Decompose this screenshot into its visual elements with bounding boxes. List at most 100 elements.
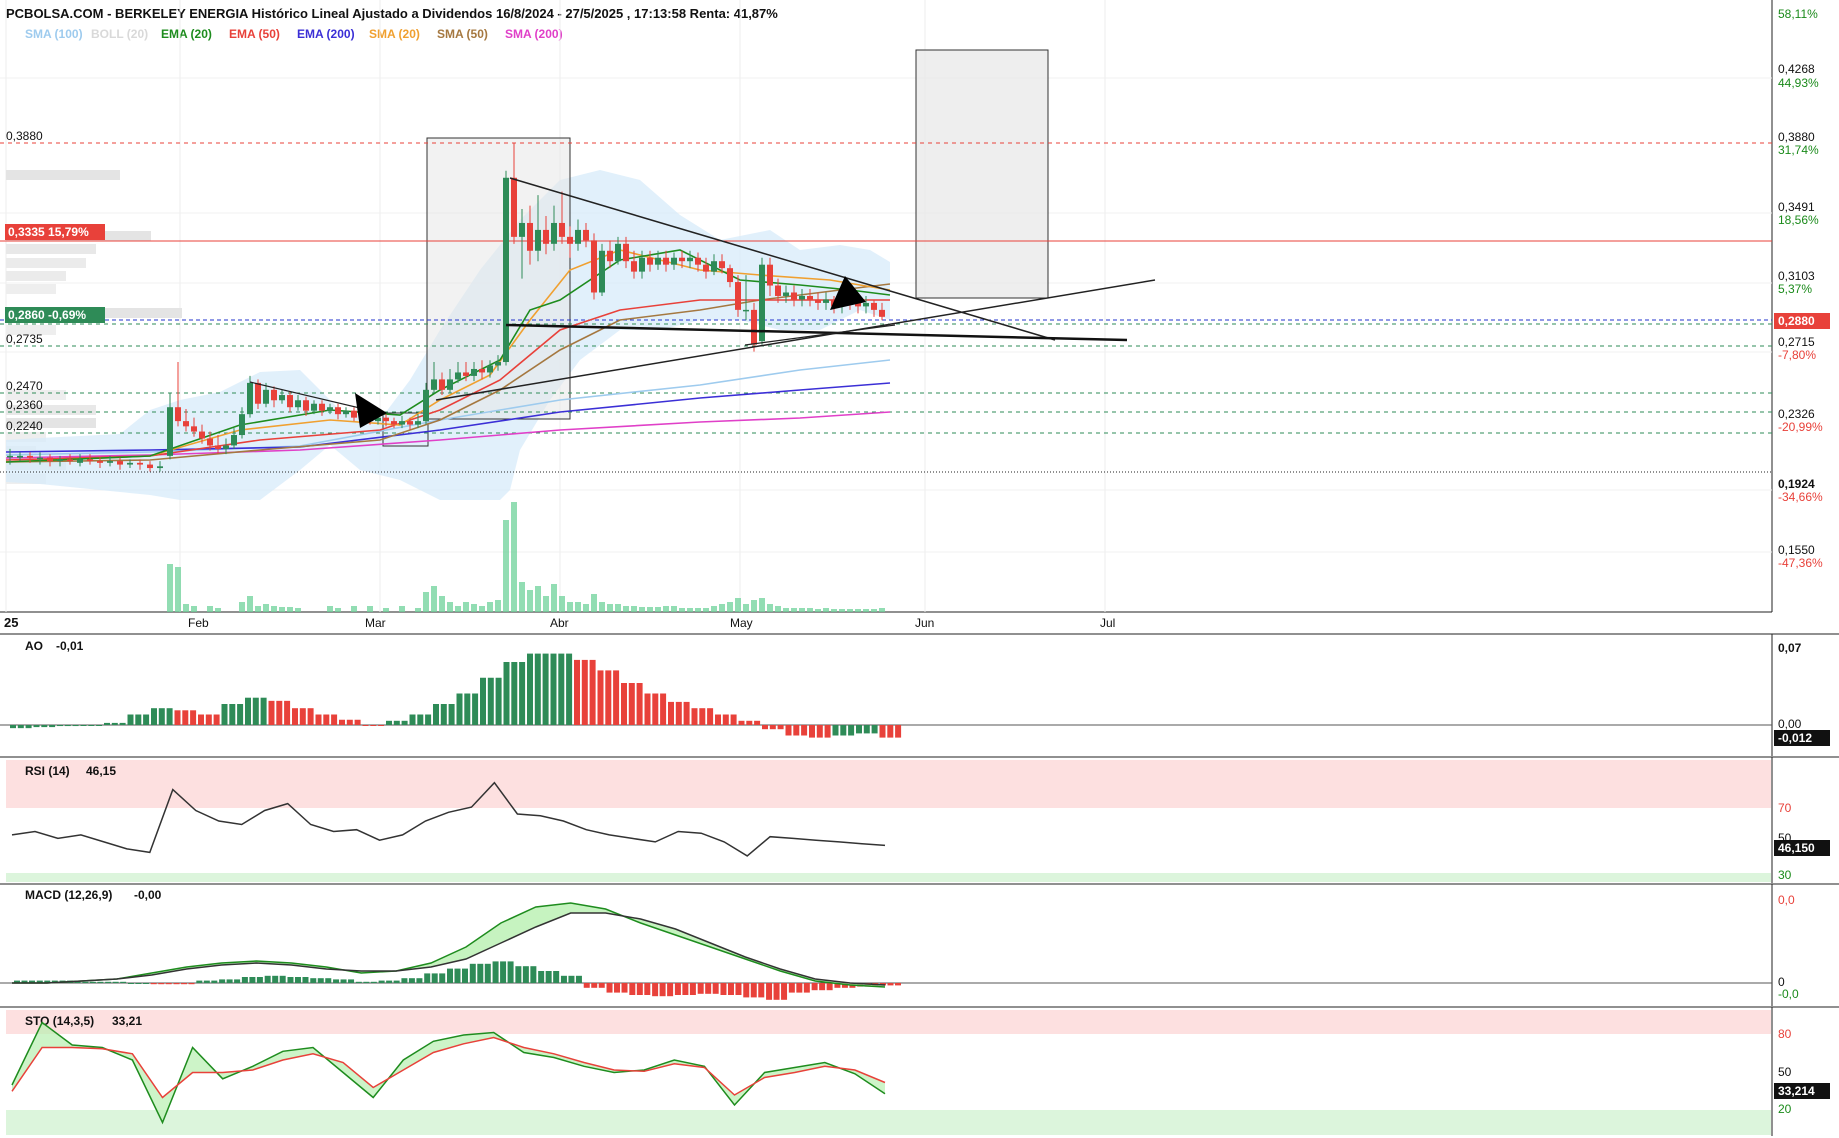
macd-hist-bar [522, 966, 529, 983]
ao-bar [738, 720, 745, 725]
volume-bar [679, 608, 685, 612]
volume-bar [631, 606, 637, 612]
rsi-title: RSI (14) [25, 764, 70, 778]
ao-bar [378, 725, 385, 726]
macd-hist-bar [796, 983, 803, 993]
candle-body [279, 395, 285, 401]
ao-bar [96, 725, 103, 726]
legend-item[interactable]: SMA (50) [437, 27, 488, 41]
macd-hist-bar [325, 978, 332, 983]
ao-bar [433, 704, 439, 725]
volume-profile-bar [6, 271, 66, 281]
ao-bar [495, 677, 502, 725]
candle-body [399, 421, 405, 425]
candle-body [495, 362, 501, 366]
candle-body [127, 462, 133, 465]
ao-bar [715, 714, 721, 725]
candle-body [527, 222, 533, 251]
candle-body [343, 410, 349, 415]
macd-hist-bar [689, 983, 696, 995]
legend-item[interactable]: BOLL (20) [91, 27, 148, 41]
candle-body [231, 435, 237, 446]
ao-bar [252, 697, 259, 725]
volume-bar [263, 604, 269, 612]
left-label-0247: 0,2470 [6, 379, 43, 393]
legend-item[interactable]: SMA (20) [369, 27, 420, 41]
volume-bar [295, 608, 301, 612]
candle-body [311, 403, 317, 411]
ao-bar [683, 701, 690, 725]
sto-oversold-zone [6, 1110, 1771, 1135]
ao-bar [801, 725, 808, 736]
macd-hist-bar [515, 966, 522, 983]
volume-bar [639, 607, 645, 612]
candle-body [871, 302, 877, 310]
macd-hist-bar [545, 971, 552, 983]
left-label-0236: 0,2360 [6, 398, 43, 412]
projection-box-1 [426, 137, 571, 420]
x-axis-month-label: Mar [365, 616, 386, 630]
ao-bar [174, 710, 181, 725]
volume-bar [279, 607, 285, 612]
ao-bar [856, 725, 862, 734]
ao-bar [652, 693, 659, 725]
legend-item[interactable]: SMA (100) [25, 27, 83, 41]
volume-bar [447, 602, 453, 612]
macd-hist-bar [758, 983, 765, 998]
candle-body [775, 285, 781, 296]
candle-body [823, 299, 829, 303]
legend-item[interactable]: EMA (50) [229, 27, 280, 41]
macd-hist-bar [750, 983, 757, 998]
candle-body [863, 302, 869, 307]
volume-profile-bar [6, 284, 56, 294]
macd-hist-bar [82, 981, 89, 983]
legend-item[interactable]: EMA (20) [161, 27, 212, 41]
x-axis-month-label: Feb [188, 616, 209, 630]
candle-body [567, 236, 573, 244]
ao-bar [10, 725, 16, 729]
candle-body [17, 455, 23, 458]
sto-panel: STO (14,3,5) 33,21 80 50 33,214 20 [0, 1006, 1839, 1136]
candle-body [663, 257, 669, 265]
candle-body [695, 257, 701, 265]
volume-bar [671, 606, 677, 612]
ao-bar [840, 725, 847, 736]
legend-item[interactable]: SMA (200) [505, 27, 563, 41]
ao-bar [503, 662, 510, 725]
volume-bar [431, 586, 437, 612]
candle-body [207, 438, 213, 446]
ao-bar [182, 710, 189, 725]
volume-bar [287, 607, 293, 612]
ao-bar [863, 725, 870, 734]
macd-hist-bar [492, 961, 499, 983]
left-label-0224: 0,2240 [6, 419, 43, 433]
ao-bar [519, 662, 526, 725]
macd-hist-bar [287, 977, 294, 983]
ao-bar [143, 714, 150, 725]
macd-hist-bar [674, 983, 681, 995]
candle-body [647, 257, 653, 265]
candle-body [263, 389, 269, 404]
volume-bar [879, 608, 885, 612]
sto-axis-50: 50 [1778, 1065, 1792, 1079]
macd-hist-bar [234, 979, 241, 983]
ao-bar [386, 720, 392, 725]
candle-body [157, 466, 163, 469]
legend-item[interactable]: EMA (200) [297, 27, 355, 41]
right-tick-price: 0,2326 [1778, 407, 1815, 421]
macd-hist-bar [317, 978, 324, 983]
ao-bar [315, 714, 322, 725]
ao-bar [237, 704, 244, 725]
volume-bar [511, 502, 517, 612]
ao-bar [448, 704, 455, 725]
candle-body [551, 222, 557, 244]
macd-hist-bar [241, 977, 248, 983]
volume-bar [751, 600, 757, 612]
volume-bar [383, 608, 389, 612]
indicator-legend: SMA (100) BOLL (20) EMA (20) EMA (50) EMA (2… [25, 27, 563, 41]
macd-hist-bar [826, 983, 833, 991]
macd-hist-bar [310, 978, 317, 983]
volume-bar [271, 606, 277, 612]
ao-bar [777, 725, 784, 730]
ao-axis-top: 0,07 [1778, 641, 1802, 655]
